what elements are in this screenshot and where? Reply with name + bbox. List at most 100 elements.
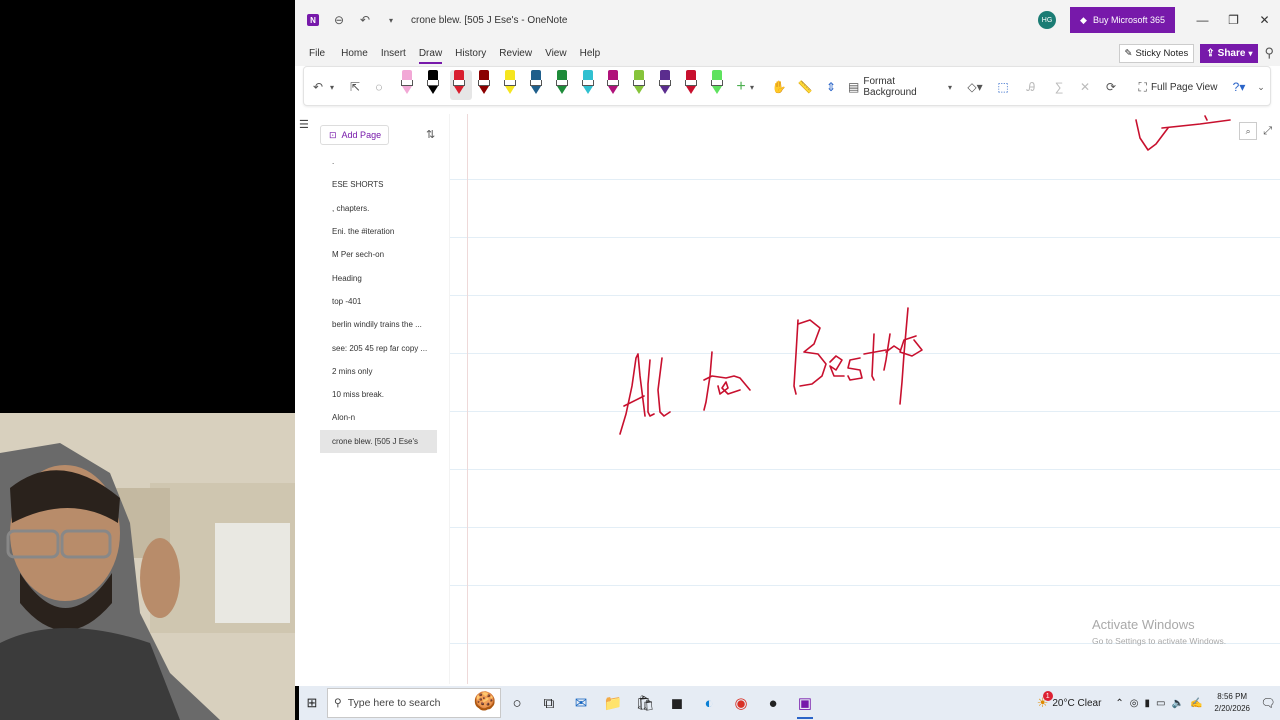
search-icon[interactable]: ⌕: [1239, 122, 1258, 140]
chevron-up-icon[interactable]: ⌃: [1115, 698, 1123, 709]
app-icon-black[interactable]: ◼: [661, 686, 693, 720]
page-item[interactable]: , chapters.: [320, 197, 437, 220]
store-icon[interactable]: 🛍: [629, 686, 661, 720]
add-page-icon: ⊡: [329, 129, 337, 140]
help-icon[interactable]: ?▾: [1228, 71, 1250, 103]
close-button[interactable]: ✕: [1249, 0, 1280, 40]
pen-9[interactable]: [604, 70, 622, 100]
menu-history[interactable]: History: [455, 40, 486, 66]
restore-button[interactable]: ❐: [1218, 0, 1249, 40]
obs-icon[interactable]: ●: [757, 686, 789, 720]
share-button[interactable]: ⇪ Share ▾: [1200, 43, 1259, 63]
pen-1[interactable]: [398, 70, 416, 100]
file-explorer-icon[interactable]: 📁: [597, 686, 629, 720]
sort-icon[interactable]: ⇅: [426, 128, 435, 141]
hamburger-menu-icon[interactable]: ☰: [299, 118, 309, 131]
menu-view[interactable]: View: [545, 40, 567, 66]
pen-12[interactable]: [682, 70, 700, 100]
page-item[interactable]: Heading: [320, 266, 437, 289]
volume-icon[interactable]: 🔈: [1172, 698, 1184, 709]
ink-to-text-icon[interactable]: Ꭿ: [1022, 71, 1040, 103]
system-tray: ☀ 1 20°C Clear ⌃ ◎ ▮ ▭ 🔈 ✍ 8:56 PM 2/20/…: [1037, 686, 1280, 720]
quick-access-dropdown-icon[interactable]: ▾: [383, 12, 399, 28]
ruler-icon[interactable]: 📏: [796, 71, 814, 103]
full-page-view-button[interactable]: ⛶ Full Page View: [1130, 71, 1226, 103]
note-canvas[interactable]: ⌕ ⤢: [450, 114, 1280, 684]
page-item[interactable]: Eni. the #iteration: [320, 220, 437, 243]
undo-dropdown-icon[interactable]: ▾: [328, 71, 336, 103]
page-item[interactable]: 2 mins only: [320, 360, 437, 383]
windows-start-icon[interactable]: ⊞: [299, 686, 325, 720]
menu-review[interactable]: Review: [499, 40, 532, 66]
ink-editor-icon[interactable]: ✕: [1076, 71, 1094, 103]
chevron-down-icon: ▾: [1248, 48, 1253, 58]
lasso-tool-icon[interactable]: ◌: [370, 71, 388, 103]
menu-draw[interactable]: Draw: [418, 40, 443, 66]
black-area: [0, 0, 295, 413]
pen-4[interactable]: [475, 70, 493, 100]
touch-draw-icon[interactable]: ✋: [770, 71, 788, 103]
clock[interactable]: 8:56 PM 2/20/2026: [1214, 691, 1250, 715]
menu-home[interactable]: Home: [341, 40, 368, 66]
replay-icon[interactable]: ⟳: [1102, 71, 1120, 103]
back-icon[interactable]: ⊖: [331, 12, 347, 28]
title-bar: N ⊖ ↶ ▾ crone blew. [505 J Ese's - OneNo…: [295, 0, 1280, 40]
pen-3[interactable]: [449, 70, 472, 100]
pen-5[interactable]: [501, 70, 519, 100]
page-item[interactable]: crone blew. [505 J Ese's: [320, 429, 437, 453]
network-icon[interactable]: ▭: [1156, 698, 1165, 709]
add-pen-icon[interactable]: +: [734, 71, 748, 103]
pen-8[interactable]: [579, 70, 597, 100]
add-page-button[interactable]: ⊡ Add Page: [320, 125, 389, 145]
cortana-icon[interactable]: ○: [501, 686, 533, 720]
page-item[interactable]: top -401: [320, 290, 437, 313]
pin-icon[interactable]: ⚲: [1264, 45, 1274, 61]
pen-13[interactable]: [708, 70, 726, 100]
page-item[interactable]: .: [320, 150, 437, 173]
pen-11[interactable]: [656, 70, 674, 100]
weather-text: 20°C Clear: [1052, 697, 1102, 709]
expand-icon[interactable]: ⤢: [1263, 125, 1272, 138]
pen-6[interactable]: [527, 70, 545, 100]
pen-10[interactable]: [630, 70, 648, 100]
ink-to-shape-icon[interactable]: ⬚: [994, 71, 1012, 103]
ribbon-collapse-icon[interactable]: ⌄: [1254, 71, 1268, 103]
search-icon: ⚲: [334, 697, 342, 709]
pen-menu-icon[interactable]: ✍: [1190, 698, 1202, 709]
page-item[interactable]: Alon-n: [320, 406, 437, 429]
meet-icon[interactable]: ◎: [1130, 698, 1139, 709]
edge-icon[interactable]: ◐: [693, 686, 725, 720]
taskbar: ⊞ ⚲ Type here to search 🍪 ○ ⧉ ✉ 📁 🛍 ◼ ◐ …: [299, 686, 1280, 720]
page-item[interactable]: ESE SHORTS: [320, 173, 437, 196]
select-tool-icon[interactable]: ⇱: [346, 71, 364, 103]
format-background-button[interactable]: ▤ Format Background ▾: [848, 71, 952, 103]
battery-icon[interactable]: ▮: [1145, 698, 1151, 709]
sticky-notes-button[interactable]: ✎ Sticky Notes: [1118, 43, 1195, 63]
ink-to-math-icon[interactable]: ∑: [1050, 71, 1068, 103]
insert-space-icon[interactable]: ⇕: [822, 71, 840, 103]
buy-microsoft-365-button[interactable]: ◆ Buy Microsoft 365: [1070, 7, 1175, 33]
page-item[interactable]: berlin windily trains the ...: [320, 313, 437, 336]
handwritten-ink: [619, 115, 1231, 435]
menu-help[interactable]: Help: [580, 40, 601, 66]
page-item[interactable]: M Per sech-on: [320, 243, 437, 266]
menu-insert[interactable]: Insert: [381, 40, 406, 66]
add-pen-dropdown-icon[interactable]: ▾: [748, 71, 756, 103]
taskbar-search-input[interactable]: ⚲ Type here to search 🍪: [327, 688, 501, 718]
page-item[interactable]: 10 miss break.: [320, 383, 437, 406]
page-item[interactable]: see: 205 45 rep far copy ...: [320, 336, 437, 359]
undo-icon[interactable]: ↶: [357, 12, 373, 28]
onenote-taskbar-icon[interactable]: ▣: [789, 686, 821, 720]
notification-icon[interactable]: 🗨: [1256, 686, 1280, 720]
avatar[interactable]: HG: [1038, 11, 1057, 29]
menu-file[interactable]: File: [309, 40, 325, 66]
pen-2[interactable]: [424, 70, 442, 100]
outlook-icon[interactable]: ✉: [565, 686, 597, 720]
chrome-icon[interactable]: ◉: [725, 686, 757, 720]
task-view-icon[interactable]: ⧉: [533, 686, 565, 720]
shapes-icon[interactable]: ◇▾: [964, 71, 986, 103]
pen-7[interactable]: [553, 70, 571, 100]
minimize-button[interactable]: —: [1187, 0, 1218, 40]
undo-button[interactable]: ↶: [310, 71, 326, 103]
weather-widget[interactable]: ☀ 1 20°C Clear: [1037, 691, 1102, 711]
